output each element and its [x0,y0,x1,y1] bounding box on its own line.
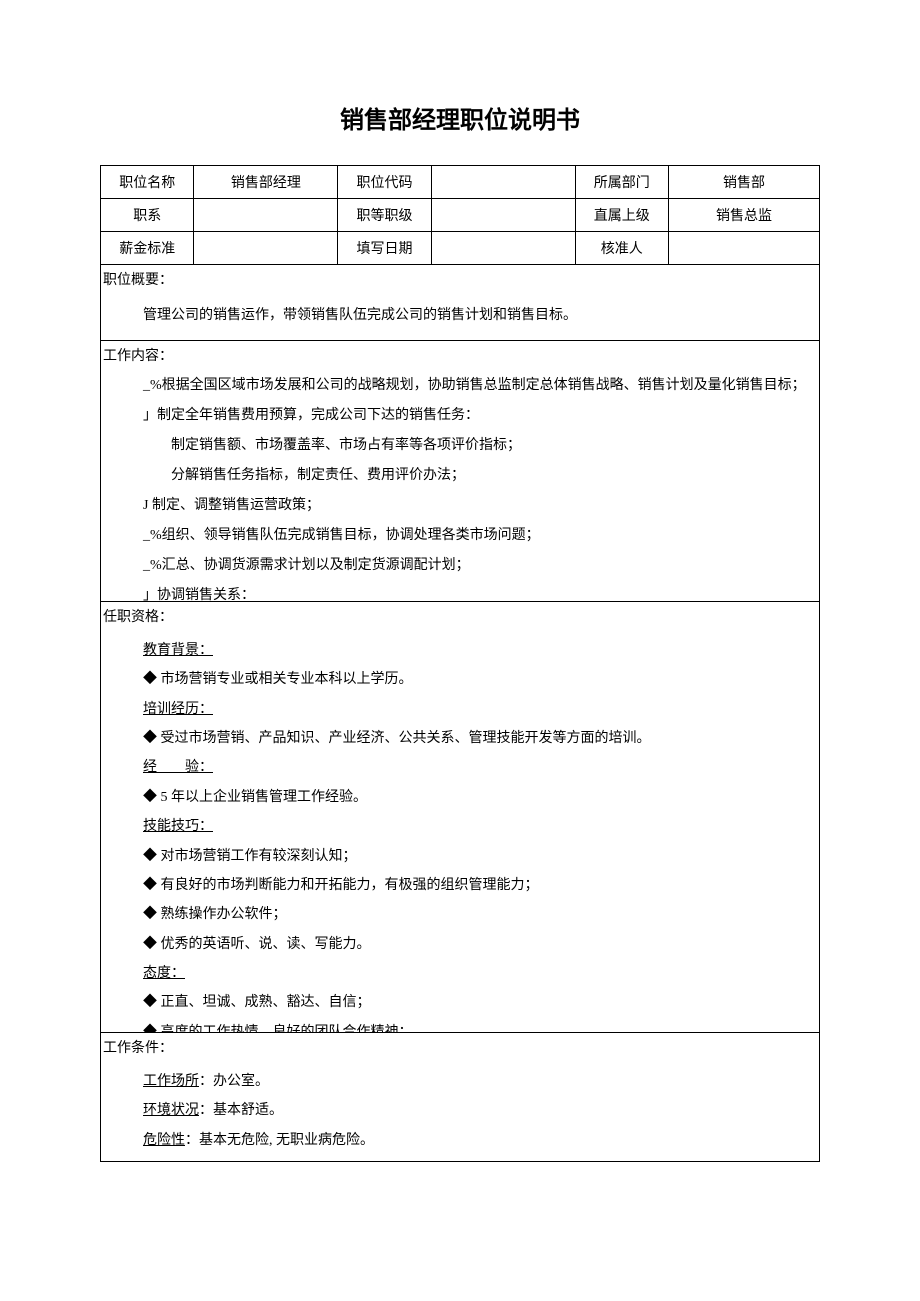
education-heading: 教育背景： [143,643,213,658]
value-salary [194,232,338,265]
condition-key: 环境状况 [143,1103,199,1118]
overview-section: 职位概要： 管理公司的销售运作，带领销售队伍完成公司的销售计划和销售目标。 [100,265,820,341]
overview-text: 管理公司的销售运作，带领销售队伍完成公司的销售计划和销售目标。 [101,293,819,340]
attitude-item: 正直、坦诚、成熟、豁达、自信； [143,988,819,1017]
skills-item: 对市场营销工作有较深刻认知； [143,842,819,871]
conditions-section: 工作条件： 工作场所：办公室。 环境状况：基本舒适。 危险性：基本无危险, 无职… [100,1033,820,1162]
value-superior: 销售总监 [669,199,820,232]
label-series: 职系 [101,199,194,232]
value-department: 销售部 [669,166,820,199]
condition-value: ：基本无危险, 无职业病危险。 [185,1133,374,1148]
condition-line: 环境状况：基本舒适。 [143,1096,819,1125]
condition-key: 工作场所 [143,1074,199,1089]
work-line: 分解销售任务指标，制定责任、费用评价办法； [143,461,819,491]
education-item: 市场营销专业或相关专业本科以上学历。 [143,665,819,694]
value-grade [431,199,575,232]
attitude-item: 高度的工作热情，良好的团队合作精神； [143,1018,819,1033]
label-grade: 职等职级 [338,199,431,232]
value-approver [669,232,820,265]
header-table: 职位名称 销售部经理 职位代码 所属部门 销售部 职系 职等职级 直属上级 销售… [100,165,820,265]
value-position-name: 销售部经理 [194,166,338,199]
work-label: 工作内容： [101,341,819,365]
training-item: 受过市场营销、产品知识、产业经济、公共关系、管理技能开发等方面的培训。 [143,724,819,753]
label-salary: 薪金标准 [101,232,194,265]
overview-label: 职位概要： [101,265,819,293]
condition-value: ：基本舒适。 [199,1103,283,1118]
experience-item: 5 年以上企业销售管理工作经验。 [143,783,819,812]
skills-heading: 技能技巧： [143,819,213,834]
condition-line: 工作场所：办公室。 [143,1067,819,1096]
page-title: 销售部经理职位说明书 [100,100,820,135]
label-superior: 直属上级 [575,199,668,232]
skills-item: 有良好的市场判断能力和开拓能力，有极强的组织管理能力； [143,871,819,900]
work-line: J 制定、调整销售运营政策； [143,491,819,521]
work-line: _%组织、领导销售队伍完成销售目标，协调处理各类市场问题； [143,521,819,551]
label-position-code: 职位代码 [338,166,431,199]
experience-heading: 经 验： [143,760,213,775]
condition-value: ：办公室。 [199,1074,269,1089]
skills-item: 优秀的英语听、说、读、写能力。 [143,930,819,959]
attitude-heading: 态度： [143,966,185,981]
label-filldate: 填写日期 [338,232,431,265]
condition-line: 危险性：基本无危险, 无职业病危险。 [143,1126,819,1155]
training-heading: 培训经历： [143,702,213,717]
work-line: 」制定全年销售费用预算，完成公司下达的销售任务： [143,401,819,431]
work-line: 」协调销售关系： [143,581,819,601]
work-line: _%汇总、协调货源需求计划以及制定货源调配计划； [143,551,819,581]
work-line: _%根据全国区域市场发展和公司的战略规划，协助销售总监制定总体销售战略、销售计划… [143,371,819,401]
qualification-section: 任职资格： 教育背景： 市场营销专业或相关专业本科以上学历。 培训经历： 受过市… [100,602,820,1033]
label-position-name: 职位名称 [101,166,194,199]
label-approver: 核准人 [575,232,668,265]
condition-key: 危险性 [143,1133,185,1148]
header-row-2: 职系 职等职级 直属上级 销售总监 [101,199,820,232]
value-position-code [431,166,575,199]
header-row-1: 职位名称 销售部经理 职位代码 所属部门 销售部 [101,166,820,199]
qualification-label: 任职资格： [101,602,819,630]
skills-item: 熟练操作办公软件； [143,900,819,929]
conditions-label: 工作条件： [101,1033,819,1061]
value-series [194,199,338,232]
header-row-3: 薪金标准 填写日期 核准人 [101,232,820,265]
work-line: 制定销售额、市场覆盖率、市场占有率等各项评价指标； [143,431,819,461]
value-filldate [431,232,575,265]
label-department: 所属部门 [575,166,668,199]
work-section: 工作内容： _%根据全国区域市场发展和公司的战略规划，协助销售总监制定总体销售战… [100,341,820,602]
